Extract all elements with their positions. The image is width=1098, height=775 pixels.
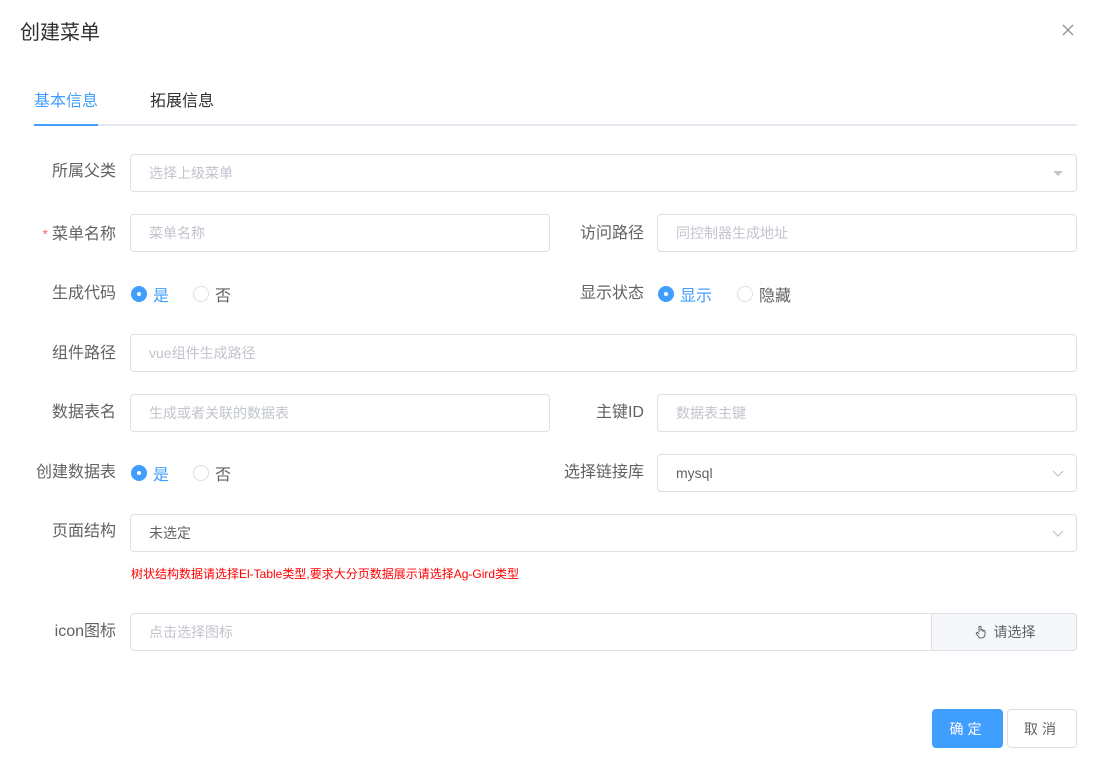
gen-code-yes-radio[interactable]: 是 (131, 274, 169, 314)
create-table-label: 创建数据表 (35, 464, 116, 481)
create-table-yes-radio[interactable]: 是 (131, 453, 169, 493)
gen-code-no-label: 否 (215, 288, 232, 305)
gen-code-label: 生成代码 (51, 285, 116, 302)
parent-select-placeholder: 选择上级菜单 (149, 165, 233, 181)
icon-input[interactable]: 点击选择图标 (131, 614, 931, 650)
component-path-input[interactable]: vue组件生成路径 (130, 334, 1077, 372)
tab-basic-info[interactable]: 基本信息 (34, 88, 99, 126)
db-link-select[interactable]: mysql (657, 454, 1077, 492)
create-table-yes-label: 是 (153, 467, 170, 484)
icon-input-group: 点击选择图标 请选择 (130, 613, 1077, 651)
tab-extended-info[interactable]: 拓展信息 (150, 88, 214, 124)
chevron-down-icon (1052, 515, 1064, 551)
dialog-title: 创建菜单 (20, 22, 100, 44)
cancel-button[interactable]: 取消 (1007, 709, 1077, 748)
show-status-label: 显示状态 (579, 285, 644, 302)
pointer-hand-icon (975, 625, 985, 639)
show-status-show-label: 显示 (680, 288, 713, 305)
access-path-label: 访问路径 (579, 225, 644, 242)
show-status-hide-radio[interactable]: 隐藏 (737, 274, 791, 314)
create-table-no-label: 否 (215, 467, 232, 484)
icon-select-button[interactable]: 请选择 (931, 614, 1076, 650)
table-name-input[interactable]: 生成或者关联的数据表 (130, 394, 550, 432)
access-path-input[interactable]: 同控制器生成地址 (657, 214, 1077, 252)
primary-key-label: 主键ID (595, 404, 644, 421)
gen-code-yes-label: 是 (153, 288, 170, 305)
db-link-label: 选择链接库 (563, 464, 644, 481)
close-icon[interactable] (1058, 20, 1078, 40)
icon-label: icon图标 (54, 623, 116, 640)
radio-checked-icon (658, 286, 674, 302)
chevron-down-icon (1052, 455, 1064, 491)
gen-code-no-radio[interactable]: 否 (193, 274, 231, 314)
page-struct-select[interactable]: 未选定 (130, 514, 1077, 552)
table-name-label: 数据表名 (51, 404, 116, 421)
radio-checked-icon (131, 286, 147, 302)
icon-select-button-label: 请选择 (993, 624, 1036, 640)
radio-checked-icon (131, 465, 147, 481)
db-link-value: mysql (676, 465, 713, 481)
radio-unchecked-icon (193, 465, 209, 481)
page-struct-label: 页面结构 (51, 523, 116, 540)
menu-name-label: * 菜单名称 (30, 214, 116, 254)
confirm-button[interactable]: 确定 (932, 709, 1003, 748)
required-mark: * (42, 226, 48, 242)
tabs-bar: 基本信息 拓展信息 (34, 88, 1077, 126)
menu-name-label-text: 菜单名称 (51, 226, 116, 243)
parent-label: 所属父类 (51, 163, 116, 180)
parent-select[interactable]: 选择上级菜单 (130, 154, 1077, 192)
radio-unchecked-icon (193, 286, 209, 302)
show-status-hide-label: 隐藏 (759, 288, 792, 305)
primary-key-input[interactable]: 数据表主键 (657, 394, 1077, 432)
component-path-label: 组件路径 (51, 345, 116, 362)
menu-name-input[interactable]: 菜单名称 (130, 214, 550, 252)
page-struct-hint: 树状结构数据请选择El-Table类型,要求大分页数据展示请选择Ag-Gird类… (131, 567, 520, 581)
create-table-no-radio[interactable]: 否 (193, 453, 231, 493)
caret-down-icon (1052, 155, 1064, 191)
radio-unchecked-icon (737, 286, 753, 302)
page-struct-value: 未选定 (149, 525, 191, 541)
show-status-show-radio[interactable]: 显示 (658, 274, 712, 314)
